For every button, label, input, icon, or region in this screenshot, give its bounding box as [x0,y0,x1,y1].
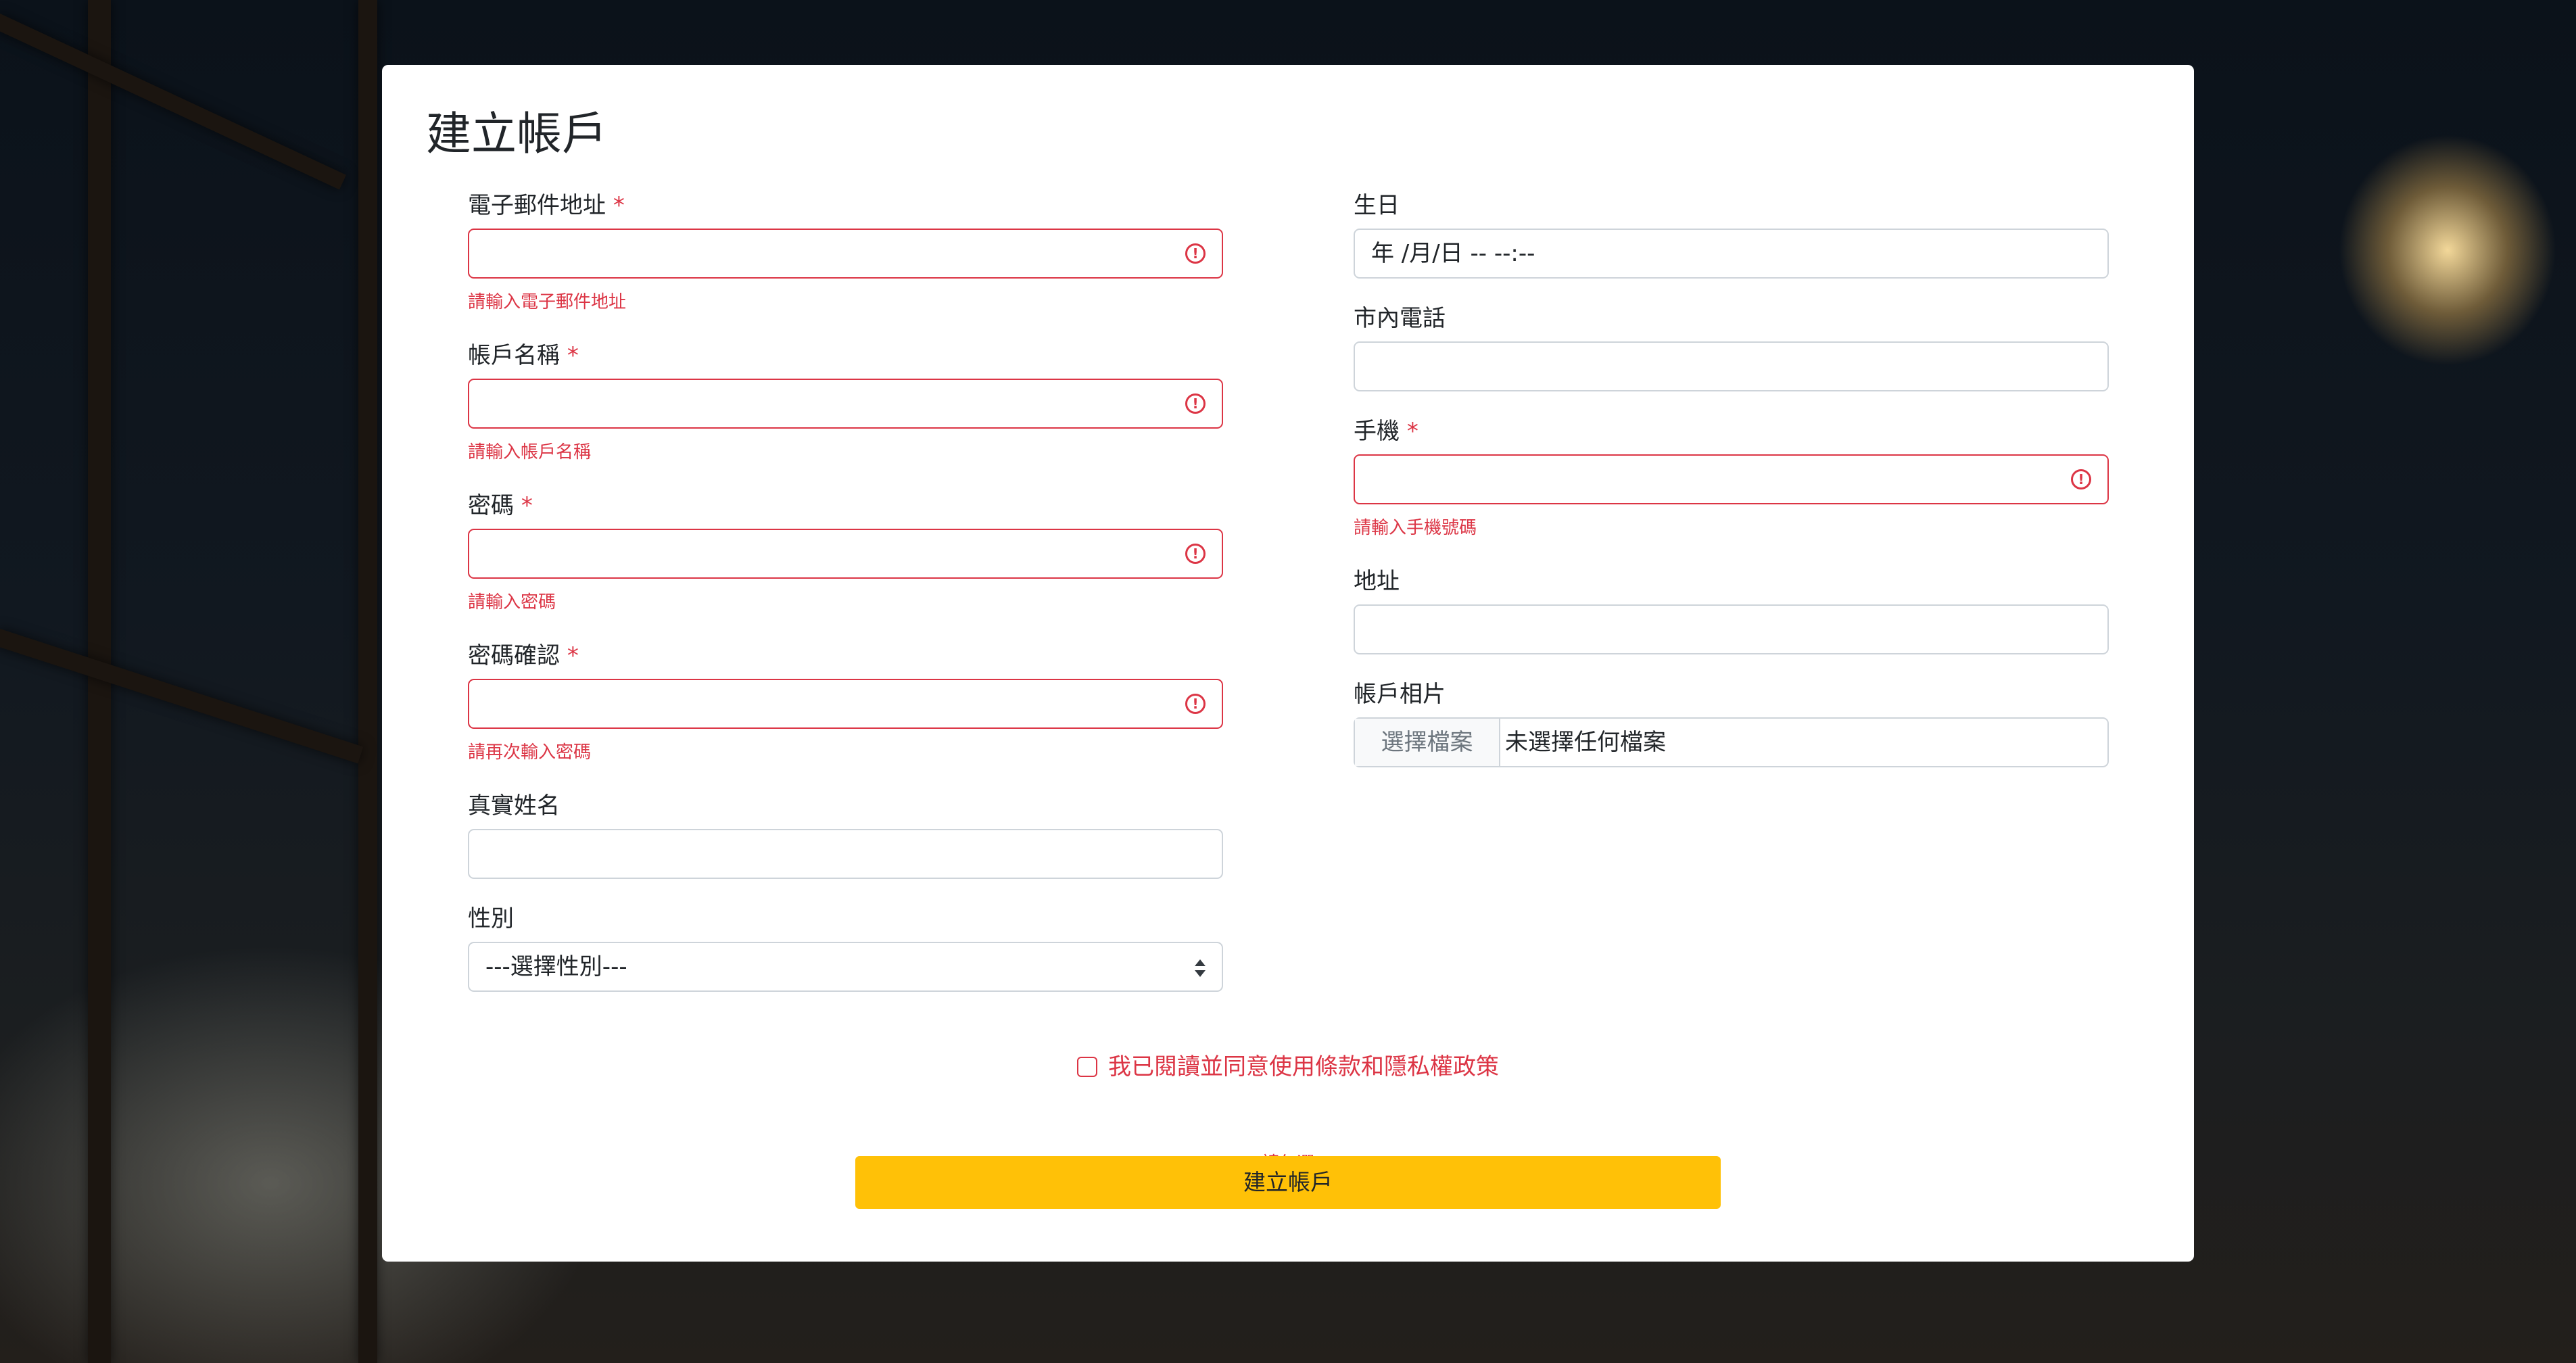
gender-select[interactable]: ---選擇性別--- [468,942,1223,992]
account-name-feedback: 請輸入帳戶名稱 [468,442,592,462]
birthday-label: 生日 [1354,192,1400,219]
gender-label: 性別 [468,905,514,932]
account-name-label: 帳戶名稱 * [468,342,579,369]
address-field[interactable] [1354,604,2109,654]
password-confirm-field[interactable]: ! [468,679,1223,729]
password-label: 密碼 * [468,492,533,519]
exclamation-circle-icon: ! [1185,544,1206,564]
required-mark: * [613,192,625,219]
required-mark: * [1406,418,1418,445]
email-feedback: 請輸入電子郵件地址 [468,292,627,312]
email-group: 電子郵件地址 * ! 請輸入電子郵件地址 [468,191,1223,312]
required-mark: * [567,342,579,369]
mobile-group: 手機 * ! 請輸入手機號碼 [1354,416,2109,538]
terms-check: 我已閱讀並同意使用條款和隱私權政策 [382,1052,2194,1082]
account-name-field[interactable]: ! [468,379,1223,429]
password-confirm-feedback: 請再次輸入密碼 [468,742,592,763]
required-mark: * [521,492,533,519]
address-group: 地址 [1354,567,2109,654]
choose-file-button[interactable]: 選擇檔案 [1355,719,1500,766]
landline-label: 市內電話 [1354,305,1446,332]
password-field[interactable]: ! [468,529,1223,579]
exclamation-circle-icon: ! [1185,393,1206,414]
exclamation-circle-icon: ! [2071,469,2091,489]
email-label: 電子郵件地址 * [468,192,625,219]
photo-file-input[interactable]: 選擇檔案 未選擇任何檔案 [1354,717,2109,767]
landline-field[interactable] [1354,341,2109,391]
create-account-card: 建立帳戶 電子郵件地址 * ! 請輸入電子郵件地址 帳戶名稱 * ! 請輸入帳戶… [382,65,2194,1262]
mobile-feedback: 請輸入手機號碼 [1354,518,1477,538]
terms-label[interactable]: 我已閱讀並同意使用條款和隱私權政策 [1108,1053,1499,1080]
real-name-field[interactable] [468,829,1223,879]
password-confirm-label: 密碼確認 * [468,642,579,669]
exclamation-circle-icon: ! [1185,694,1206,714]
birthday-group: 生日 年 /月/日 -- --:-- [1354,191,2109,279]
exclamation-circle-icon: ! [1185,243,1206,264]
window-frame-bar [0,629,364,764]
password-confirm-group: 密碼確認 * ! 請再次輸入密碼 [468,641,1223,763]
file-status: 未選擇任何檔案 [1505,729,1666,756]
birthday-datetime-input[interactable]: 年 /月/日 -- --:-- [1354,229,2109,279]
sort-arrows-icon [1195,958,1206,978]
create-account-button[interactable]: 建立帳戶 [855,1156,1721,1209]
landline-group: 市內電話 [1354,304,2109,391]
terms-checkbox[interactable] [1077,1057,1097,1077]
gender-selected-value: ---選擇性別--- [485,953,627,980]
password-group: 密碼 * ! 請輸入密碼 [468,491,1223,613]
page-title: 建立帳戶 [426,107,607,160]
real-name-group: 真實姓名 [468,791,1223,879]
window-frame-bar [358,0,377,1363]
photo-label: 帳戶相片 [1354,681,1446,708]
address-label: 地址 [1354,568,1400,595]
photo-group: 帳戶相片 選擇檔案 未選擇任何檔案 [1354,679,2109,767]
birthday-value: 年 /月/日 -- --:-- [1371,240,1535,267]
password-feedback: 請輸入密碼 [468,592,556,613]
required-mark: * [567,642,579,669]
mobile-label: 手機 * [1354,418,1418,445]
email-field[interactable]: ! [468,229,1223,279]
mobile-field[interactable]: ! [1354,454,2109,504]
window-frame-bar [0,14,347,190]
gender-group: 性別 ---選擇性別--- [468,904,1223,992]
real-name-label: 真實姓名 [468,792,560,819]
account-name-group: 帳戶名稱 * ! 請輸入帳戶名稱 [468,341,1223,462]
